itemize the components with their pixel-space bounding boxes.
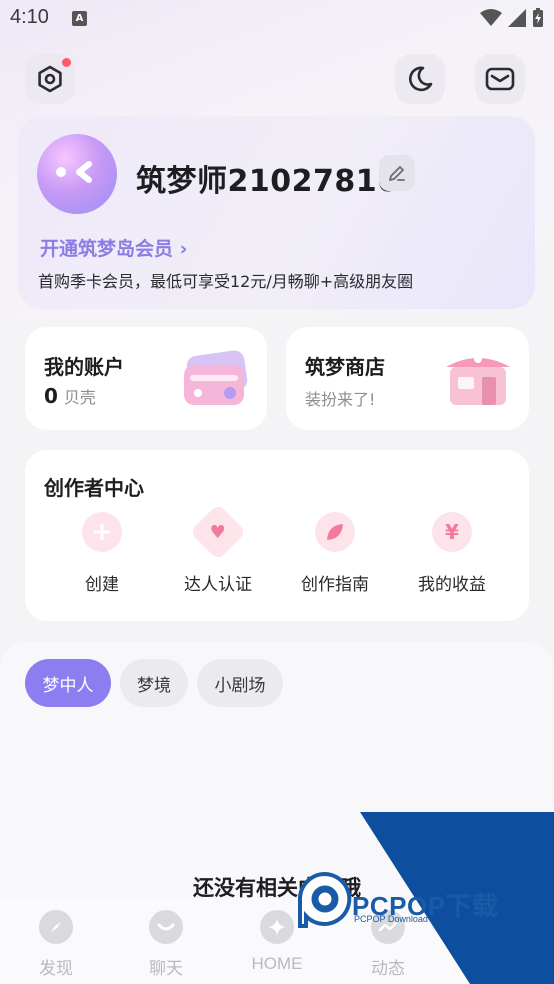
settings-button[interactable] bbox=[25, 54, 75, 104]
shop-card[interactable]: 筑梦商店 装扮来了! bbox=[286, 327, 529, 430]
status-bar: 4:10 A bbox=[0, 0, 554, 38]
creator-item-earnings[interactable]: ¥ 我的收益 bbox=[402, 512, 502, 595]
yen-icon: ¥ bbox=[432, 512, 472, 552]
status-time: 4:10 bbox=[10, 6, 49, 28]
theme-toggle-button[interactable] bbox=[395, 54, 445, 104]
shell-balance: 0 bbox=[44, 384, 58, 408]
account-card[interactable]: 我的账户 0 贝壳 bbox=[25, 327, 267, 430]
notification-dot bbox=[62, 58, 71, 67]
edit-name-button[interactable] bbox=[379, 155, 415, 191]
creator-item-guide[interactable]: 创作指南 bbox=[285, 512, 385, 595]
nav-label: 发现 bbox=[39, 959, 73, 979]
creator-item-create[interactable]: + 创建 bbox=[52, 512, 152, 595]
tab-theater[interactable]: 小剧场 bbox=[197, 659, 283, 707]
username: 筑梦师21027816 bbox=[136, 164, 399, 199]
pencil-icon bbox=[389, 166, 405, 181]
notification-icon: A bbox=[72, 11, 87, 26]
tab-dreamland[interactable]: 梦境 bbox=[120, 659, 188, 707]
nav-chat[interactable]: 聊天 bbox=[121, 910, 211, 979]
status-icons bbox=[480, 8, 544, 28]
mail-icon bbox=[485, 67, 515, 91]
nav-label: HOME bbox=[251, 954, 303, 973]
battery-icon bbox=[533, 8, 543, 27]
vip-subscribe-link[interactable]: 开通筑梦岛会员 › bbox=[40, 234, 187, 261]
shop-subtitle: 装扮来了! bbox=[305, 390, 376, 409]
creator-item-label: 我的收益 bbox=[418, 575, 486, 595]
creator-item-verification[interactable]: ♥ 达人认证 bbox=[168, 503, 268, 595]
moon-icon bbox=[408, 66, 433, 92]
creator-item-label: 创作指南 bbox=[301, 575, 369, 595]
signal-icon bbox=[508, 9, 526, 27]
avatar-face-icon bbox=[56, 161, 92, 183]
watermark-subtitle: PCPOP Download bbox=[354, 914, 428, 924]
creator-center-title: 创作者中心 bbox=[44, 476, 144, 500]
nav-discover[interactable]: 发现 bbox=[11, 910, 101, 979]
wifi-icon bbox=[480, 9, 502, 26]
creator-item-label: 达人认证 bbox=[184, 575, 252, 595]
heart-diamond-icon: ♥ bbox=[189, 503, 247, 561]
profile-card[interactable]: 筑梦师21027816 开通筑梦岛会员 › 首购季卡会员，最低可享受12元/月畅… bbox=[18, 116, 535, 309]
leaf-icon bbox=[315, 512, 355, 552]
vip-description: 首购季卡会员，最低可享受12元/月畅聊+高级朋友圈 bbox=[38, 272, 414, 291]
compass-icon bbox=[39, 910, 73, 944]
chat-icon bbox=[149, 910, 183, 944]
shell-unit: 贝壳 bbox=[63, 388, 96, 407]
nav-label: 聊天 bbox=[149, 959, 183, 979]
hexagon-settings-icon bbox=[38, 65, 62, 93]
wallet-card-icon bbox=[184, 350, 248, 405]
account-title: 我的账户 bbox=[44, 355, 124, 379]
creator-item-label: 创建 bbox=[85, 575, 119, 595]
plus-icon: + bbox=[82, 512, 122, 552]
shop-title: 筑梦商店 bbox=[305, 355, 385, 379]
tab-dream-person[interactable]: 梦中人 bbox=[25, 659, 111, 707]
mail-button[interactable] bbox=[475, 54, 525, 104]
shop-building-icon bbox=[446, 355, 510, 405]
avatar[interactable] bbox=[37, 134, 117, 214]
watermark-logo-icon bbox=[298, 871, 352, 928]
sparkle-icon bbox=[260, 910, 294, 944]
account-balance-row: 0 贝壳 bbox=[44, 384, 96, 408]
